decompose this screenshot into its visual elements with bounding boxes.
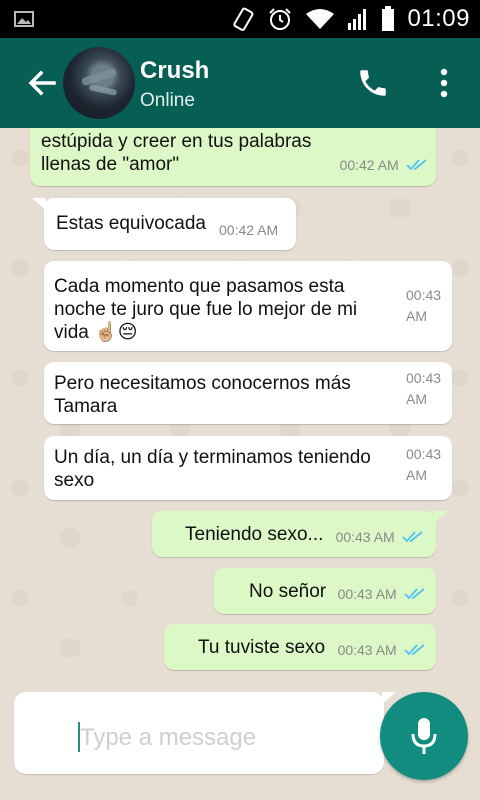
message-placeholder: Type a message	[80, 724, 257, 751]
contact-status: Online	[140, 90, 195, 111]
message-bubble[interactable]: Teniendo sexo... 00:43 AM	[152, 511, 448, 557]
contact-avatar[interactable]	[63, 47, 135, 119]
microphone-icon	[411, 718, 437, 754]
message-bubble[interactable]: No señor 00:43 AM	[214, 568, 436, 614]
double-check-icon	[406, 159, 427, 171]
message-bubble[interactable]: Pero necesitamos conocernos más Tamara 0…	[44, 362, 452, 424]
message-time: 00:43 AM	[337, 586, 397, 602]
message-time: 00:43 AM	[335, 529, 395, 545]
message-text: Pero necesitamos conocernos más Tamara	[54, 373, 351, 417]
message-text: Cada momento que pasamos esta noche te j…	[54, 276, 358, 343]
message-bubble[interactable]: Un día, un día y terminamos teniendo sex…	[44, 436, 452, 500]
message-bubble[interactable]: Cada momento que pasamos esta noche te j…	[44, 261, 452, 351]
message-text: Estas equivocada	[56, 213, 206, 234]
status-bar: 01:09	[0, 0, 480, 38]
message-text: Un día, un día y terminamos teniendo sex…	[54, 447, 371, 491]
message-time: 00:42 AM	[339, 157, 399, 173]
more-vert-icon[interactable]	[432, 66, 456, 100]
message-text: No señor	[249, 581, 327, 602]
phone-icon[interactable]	[356, 66, 390, 100]
message-time: 00:43 AM	[337, 642, 397, 658]
message-composer: Type a message	[0, 688, 480, 800]
double-check-icon	[402, 531, 423, 543]
double-check-icon	[404, 588, 425, 600]
message-time: 00:42 AM	[219, 222, 279, 238]
alarm-icon	[269, 8, 292, 30]
message-input[interactable]: Type a message	[14, 692, 396, 774]
message-text: Tu tuviste sexo	[198, 637, 326, 658]
message-bubble[interactable]: Tu tuviste sexo 00:43 AM	[164, 624, 436, 670]
contact-name[interactable]: Crush	[140, 57, 209, 85]
status-time: 01:09	[407, 5, 470, 32]
back-arrow-icon[interactable]	[26, 67, 58, 99]
image-icon	[14, 11, 34, 27]
vibrate-icon	[233, 7, 254, 31]
message-time: 00:43 AM	[406, 446, 442, 483]
double-check-icon	[404, 644, 425, 656]
message-text: Teniendo sexo...	[185, 524, 324, 545]
signal-icon	[348, 9, 367, 30]
voice-message-button[interactable]	[380, 692, 468, 780]
wifi-icon	[306, 9, 335, 29]
chat-header: Crush Online	[0, 38, 480, 128]
message-bubble[interactable]: Estas equivocada 00:42 AM	[32, 198, 296, 250]
message-time: 00:43 AM	[406, 370, 442, 407]
message-list[interactable]: estúpida y creer en tus palabras llenas …	[0, 128, 480, 688]
message-text: estúpida y creer en tus palabras llenas …	[41, 131, 312, 175]
battery-icon	[382, 6, 395, 31]
message-time: 00:43 AM	[406, 287, 442, 324]
message-bubble[interactable]: estúpida y creer en tus palabras llenas …	[30, 128, 436, 186]
